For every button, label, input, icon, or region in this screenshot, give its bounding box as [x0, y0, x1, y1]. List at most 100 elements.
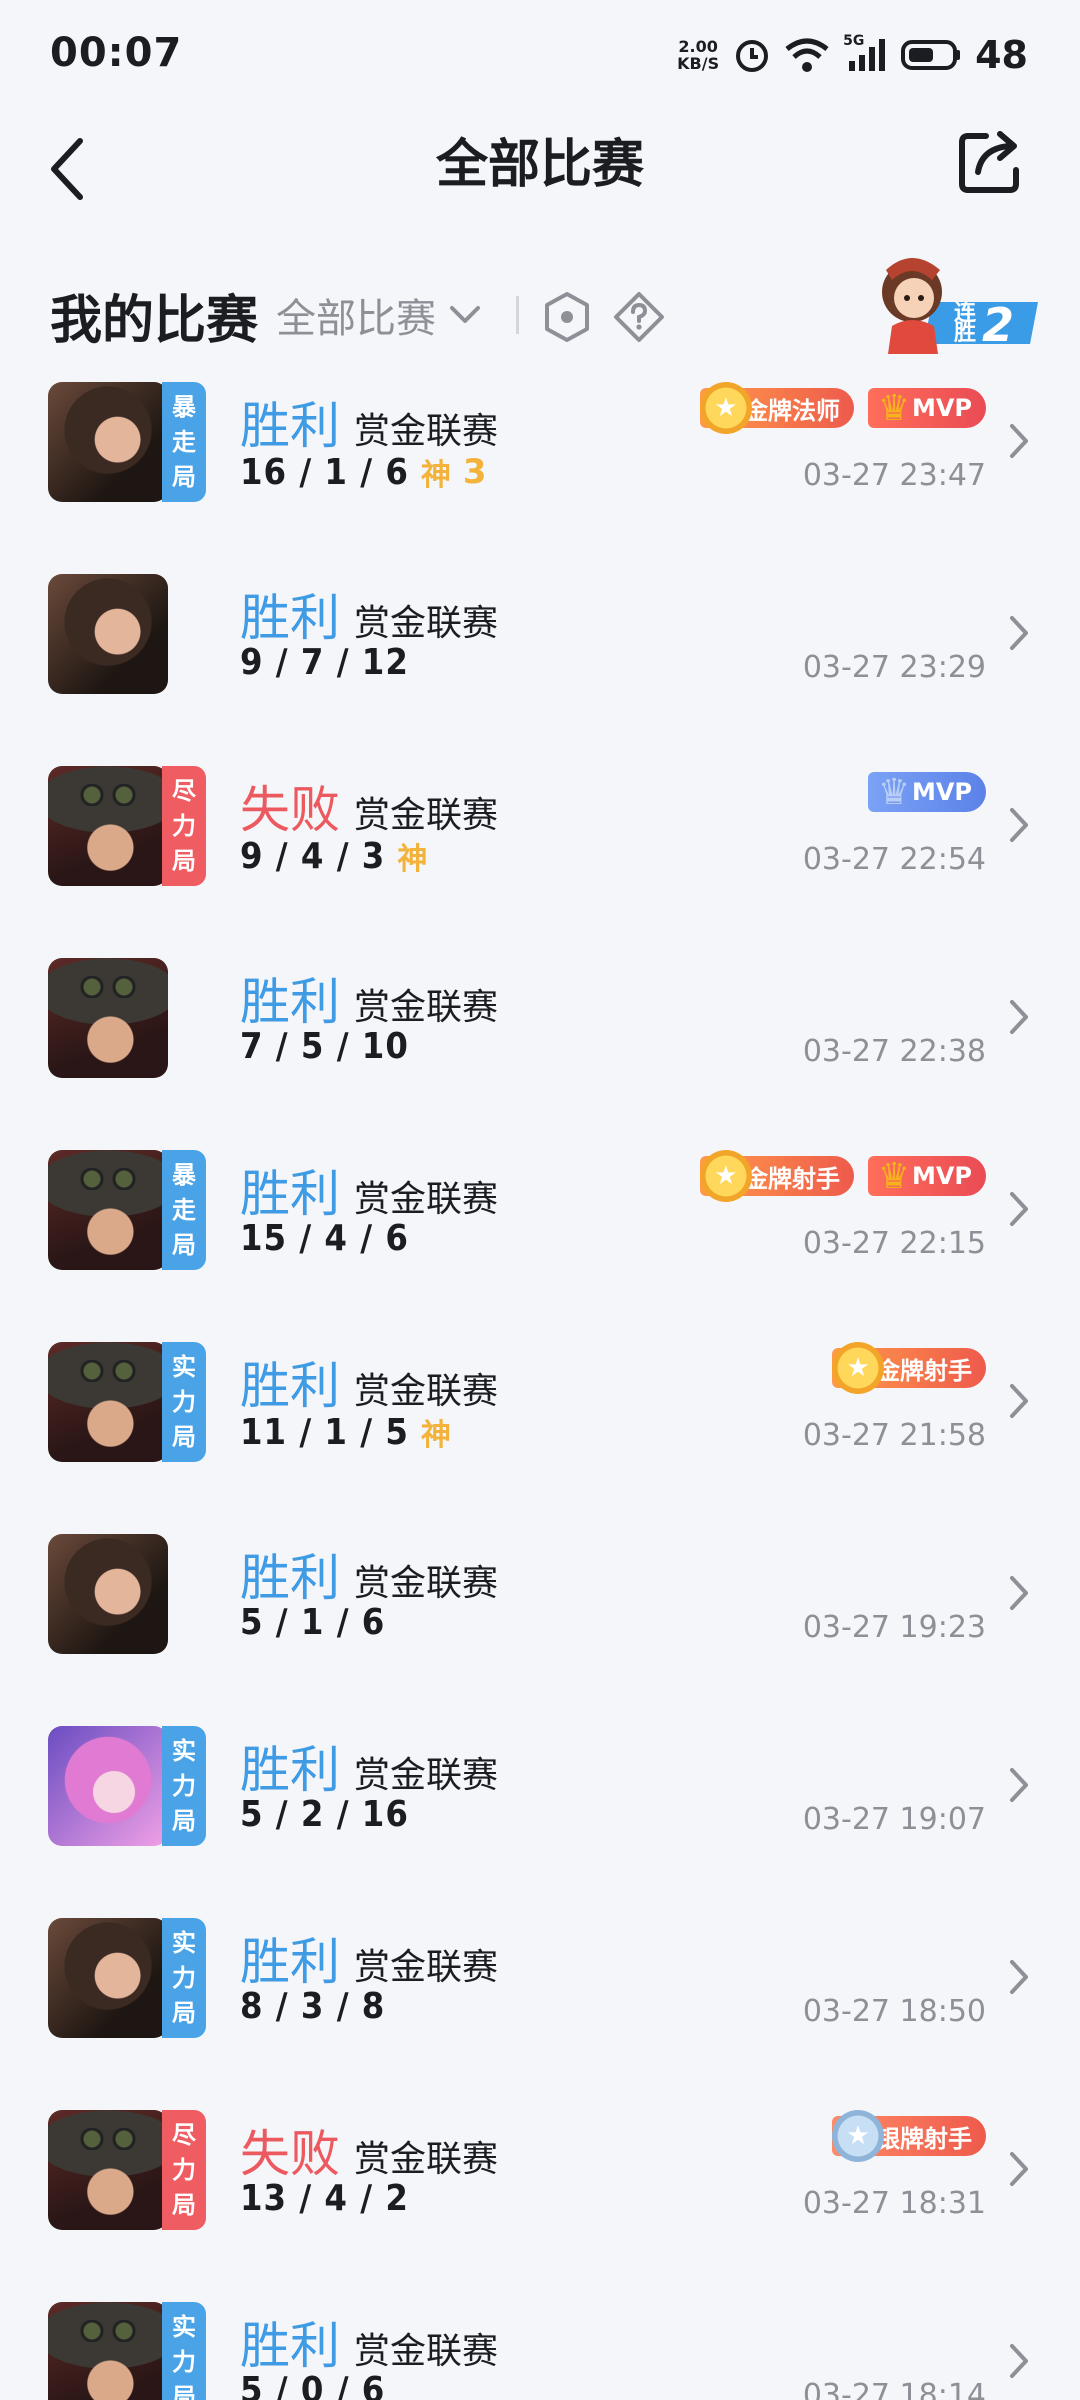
match-row[interactable]: 实力局胜利 赏金联赛 8 / 3 / 8 03-27 18:50: [0, 1908, 1080, 2100]
share-icon: [959, 131, 1019, 193]
header: 全部比赛: [0, 110, 1080, 230]
performance-tag-char: 实: [172, 1736, 196, 1765]
kda: 9 / 4 / 3: [240, 835, 386, 877]
hero-avatar: [48, 1150, 168, 1270]
chevron-right-icon: [1010, 2152, 1028, 2186]
wifi-icon: [785, 38, 829, 72]
trophy-icon: ♛: [877, 771, 911, 813]
hero-avatar: [48, 1534, 168, 1654]
status-bar: 00:07 2.00 KB/S 5G 48: [0, 0, 1080, 110]
chevron-right-icon: [1010, 808, 1028, 842]
share-button[interactable]: [956, 126, 1036, 206]
selected-filter: 全部比赛: [276, 296, 436, 342]
match-row[interactable]: 暴走局胜利 赏金联赛 15 / 4 / 6 ★ 金牌射手 ♛ MVP 03-27 22:15: [0, 1140, 1080, 1332]
settings-button[interactable]: [540, 290, 594, 344]
performance-tag: 实力局: [162, 1918, 206, 2038]
help-button[interactable]: [612, 290, 666, 344]
result-line: 胜利 赏金联赛: [240, 578, 498, 650]
medal-badge: ★ 金牌射手: [699, 1150, 854, 1202]
match-mode: 赏金联赛: [354, 2139, 499, 2180]
match-result: 胜利: [240, 1741, 340, 1799]
match-row[interactable]: 暴走局胜利 赏金联赛 16 / 1 / 6 神 3 ★ 金牌法师 ♛ MVP 03-27 23:4…: [0, 372, 1080, 564]
trophy-icon: ♛: [877, 387, 911, 429]
match-row[interactable]: 实力局胜利 赏金联赛 11 / 1 / 5 神 ★ 金牌射手 03-27 21:58: [0, 1332, 1080, 1524]
hero-avatar-wrap: 暴走局: [48, 1150, 206, 1270]
kda-line: 9 / 4 / 3 神: [240, 834, 427, 878]
performance-tag-char: 力: [172, 1771, 196, 1800]
hero-avatar-wrap: 实力局: [48, 1342, 206, 1462]
performance-tag: 实力局: [162, 2302, 206, 2400]
chevron-right-icon: [1010, 424, 1028, 458]
match-date: 03-27 18:50: [802, 1994, 986, 2029]
match-date: 03-27 21:58: [802, 1418, 986, 1453]
medal-icon: ★: [699, 382, 752, 434]
match-row[interactable]: 尽力局失败 赏金联赛 9 / 4 / 3 神 ♛ MVP 03-27 22:54: [0, 756, 1080, 948]
match-result: 胜利: [240, 1165, 340, 1223]
match-row[interactable]: 实力局胜利 赏金联赛 5 / 0 / 6 03-27 18:14: [0, 2292, 1080, 2400]
goggles-icon: [76, 976, 140, 998]
match-mode: 赏金联赛: [354, 603, 499, 644]
performance-tag-char: 实: [172, 1352, 196, 1381]
match-result: 胜利: [240, 397, 340, 455]
match-row[interactable]: 胜利 赏金联赛 9 / 7 / 12 03-27 23:29: [0, 564, 1080, 756]
kda-line: 13 / 4 / 2: [240, 2178, 409, 2219]
win-streak-badge[interactable]: 连 胜 2: [862, 240, 1040, 360]
network-speed-value: 2.00: [678, 37, 718, 56]
badge-label: 金牌射手: [876, 1356, 972, 1385]
performance-tag-char: 力: [172, 2155, 196, 2184]
badge-label: 金牌射手: [743, 1164, 840, 1193]
mvp-badge: ♛ MVP: [867, 388, 986, 429]
badge-label: MVP: [911, 1162, 972, 1190]
hero-avatar-wrap: 实力局: [48, 2302, 206, 2400]
hero-avatar-wrap: 暴走局: [48, 382, 206, 502]
page-title: 全部比赛: [435, 135, 644, 195]
performance-tag-char: 尽: [172, 2120, 196, 2149]
performance-tag: 暴走局: [162, 1150, 206, 1270]
result-line: 胜利 赏金联赛: [240, 2306, 498, 2378]
result-line: 胜利 赏金联赛: [240, 1154, 498, 1226]
kda-line: 5 / 2 / 16: [240, 1794, 409, 1835]
chevron-right-icon: [1010, 1192, 1028, 1226]
medal-badge: ★ 银牌射手: [832, 2110, 986, 2162]
match-mode: 赏金联赛: [354, 1371, 499, 1412]
hero-avatar-wrap: 实力局: [48, 1918, 206, 2038]
match-row[interactable]: 胜利 赏金联赛 7 / 5 / 10 03-27 22:38: [0, 948, 1080, 1140]
performance-tag-char: 局: [172, 1998, 196, 2027]
performance-tag-char: 局: [172, 1230, 196, 1259]
performance-tag: 实力局: [162, 1726, 206, 1846]
performance-tag-char: 尽: [172, 776, 196, 805]
match-filter-dropdown[interactable]: 全部比赛: [276, 286, 482, 344]
match-mode: 赏金联赛: [354, 987, 499, 1028]
match-result: 失败: [240, 2125, 340, 2183]
hero-avatar: [48, 2110, 168, 2230]
kda: 9 / 7 / 12: [240, 642, 409, 683]
legendary-mark: 神: [420, 458, 451, 493]
match-row[interactable]: 胜利 赏金联赛 5 / 1 / 6 03-27 19:23: [0, 1524, 1080, 1716]
match-mode: 赏金联赛: [354, 795, 499, 836]
medal-badge: ★ 金牌法师: [699, 382, 854, 434]
match-date: 03-27 23:29: [802, 650, 986, 685]
filter-bar: 我的比赛 全部比赛 连 胜 2: [0, 240, 1080, 370]
match-result: 胜利: [240, 973, 340, 1031]
kda-line: 7 / 5 / 10: [240, 1026, 409, 1067]
performance-tag-char: 局: [172, 846, 196, 875]
hero-avatar-wrap: 尽力局: [48, 2110, 206, 2230]
result-line: 胜利 赏金联赛: [240, 962, 498, 1034]
performance-tag-char: 实: [172, 2312, 196, 2341]
goggles-icon: [76, 1168, 140, 1190]
match-row[interactable]: 尽力局失败 赏金联赛 13 / 4 / 2 ★ 银牌射手 03-27 18:31: [0, 2100, 1080, 2292]
match-mode: 赏金联赛: [354, 1563, 499, 1604]
chevron-right-icon: [1010, 1768, 1028, 1802]
network-speed-unit: KB/S: [677, 54, 720, 73]
achievement-badges: ★ 金牌射手: [832, 1342, 986, 1394]
badge-label: MVP: [911, 778, 972, 806]
network-speed: 2.00 KB/S: [677, 38, 719, 72]
badge-label: 银牌射手: [876, 2124, 972, 2153]
performance-tag: 尽力局: [162, 2110, 206, 2230]
kda: 5 / 1 / 6: [240, 1602, 386, 1643]
match-mode: 赏金联赛: [354, 1755, 499, 1796]
match-row[interactable]: 实力局胜利 赏金联赛 5 / 2 / 16 03-27 19:07: [0, 1716, 1080, 1908]
performance-tag-char: 力: [172, 811, 196, 840]
hero-avatar: [48, 1726, 168, 1846]
match-result: 胜利: [240, 1933, 340, 1991]
